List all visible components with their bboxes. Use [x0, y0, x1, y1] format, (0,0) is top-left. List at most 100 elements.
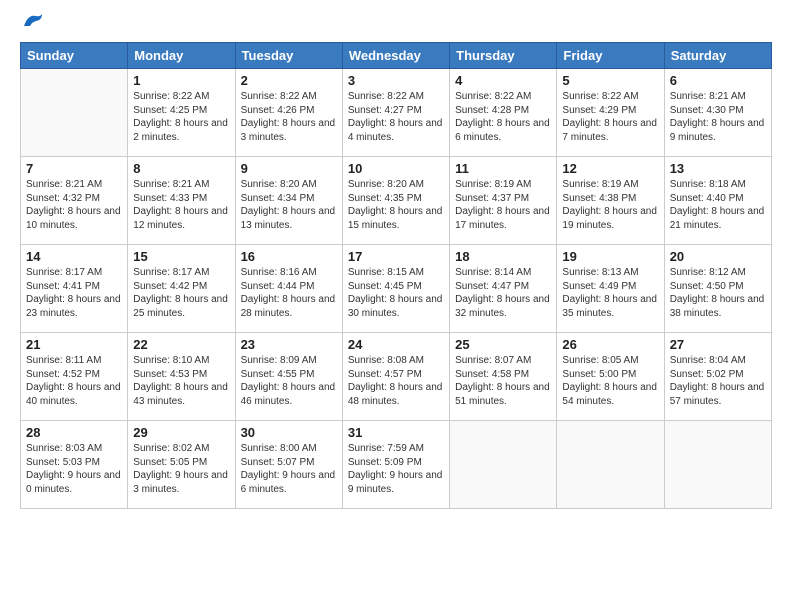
calendar-cell: 8Sunrise: 8:21 AMSunset: 4:33 PMDaylight… — [128, 157, 235, 245]
day-info: Sunrise: 8:18 AMSunset: 4:40 PMDaylight:… — [670, 178, 766, 232]
calendar-cell: 7 Sunrise: 8:21 AMSunset: 4:32 PMDaylight… — [21, 157, 128, 245]
day-number: 16 — [241, 249, 337, 264]
calendar-cell: 28Sunrise: 8:03 AMSunset: 5:03 PMDayligh… — [21, 421, 128, 509]
day-info: Sunrise: 8:22 AMSunset: 4:29 PMDaylight:… — [562, 90, 658, 144]
day-number: 22 — [133, 337, 229, 352]
day-info: Sunrise: 7:59 AMSunset: 5:09 PMDaylight:… — [348, 442, 444, 496]
day-info: Sunrise: 8:13 AMSunset: 4:49 PMDaylight:… — [562, 266, 658, 320]
day-info: Sunrise: 8:17 AMSunset: 4:42 PMDaylight:… — [133, 266, 229, 320]
calendar-week-1: 7 Sunrise: 8:21 AMSunset: 4:32 PMDaylight… — [21, 157, 772, 245]
calendar-cell: 21 Sunrise: 8:11 AMSunset: 4:52 PMDayligh… — [21, 333, 128, 421]
logo-bird-icon — [22, 12, 44, 30]
calendar-week-4: 28Sunrise: 8:03 AMSunset: 5:03 PMDayligh… — [21, 421, 772, 509]
day-info: Sunrise: 8:16 AMSunset: 4:44 PMDaylight:… — [241, 266, 337, 320]
calendar-cell: 6 Sunrise: 8:21 AMSunset: 4:30 PMDaylight… — [664, 69, 771, 157]
day-info: Sunrise: 8:20 AMSunset: 4:35 PMDaylight:… — [348, 178, 444, 232]
calendar-cell — [557, 421, 664, 509]
day-info: Sunrise: 8:19 AMSunset: 4:38 PMDaylight:… — [562, 178, 658, 232]
calendar-week-3: 21 Sunrise: 8:11 AMSunset: 4:52 PMDayligh… — [21, 333, 772, 421]
day-number: 5 — [562, 73, 658, 88]
calendar-header-row: SundayMondayTuesdayWednesdayThursdayFrid… — [21, 43, 772, 69]
calendar-cell: 14 Sunrise: 8:17 AMSunset: 4:41 PMDayligh… — [21, 245, 128, 333]
day-number: 27 — [670, 337, 766, 352]
day-info: Sunrise: 8:22 AMSunset: 4:25 PMDaylight:… — [133, 90, 229, 144]
calendar-cell: 24Sunrise: 8:08 AMSunset: 4:57 PMDayligh… — [342, 333, 449, 421]
calendar-week-2: 14 Sunrise: 8:17 AMSunset: 4:41 PMDayligh… — [21, 245, 772, 333]
calendar-cell: 27Sunrise: 8:04 AMSunset: 5:02 PMDayligh… — [664, 333, 771, 421]
day-number: 29 — [133, 425, 229, 440]
header — [20, 18, 772, 30]
day-info: Sunrise: 8:12 AMSunset: 4:50 PMDaylight:… — [670, 266, 766, 320]
calendar-cell: 4Sunrise: 8:22 AMSunset: 4:28 PMDaylight… — [450, 69, 557, 157]
day-info: Sunrise: 8:09 AMSunset: 4:55 PMDaylight:… — [241, 354, 337, 408]
day-number: 12 — [562, 161, 658, 176]
day-number: 23 — [241, 337, 337, 352]
calendar-cell — [450, 421, 557, 509]
col-header-sunday: Sunday — [21, 43, 128, 69]
day-number: 7 — [26, 161, 122, 176]
day-info: Sunrise: 8:02 AMSunset: 5:05 PMDaylight:… — [133, 442, 229, 496]
day-number: 25 — [455, 337, 551, 352]
day-number: 10 — [348, 161, 444, 176]
calendar-cell — [21, 69, 128, 157]
page: SundayMondayTuesdayWednesdayThursdayFrid… — [0, 0, 792, 612]
day-number: 6 — [670, 73, 766, 88]
calendar-cell: 13 Sunrise: 8:18 AMSunset: 4:40 PMDayligh… — [664, 157, 771, 245]
day-info: Sunrise: 8:19 AMSunset: 4:37 PMDaylight:… — [455, 178, 551, 232]
day-number: 13 — [670, 161, 766, 176]
day-info: Sunrise: 8:21 AMSunset: 4:32 PMDaylight:… — [26, 178, 122, 232]
day-info: Sunrise: 8:03 AMSunset: 5:03 PMDaylight:… — [26, 442, 122, 496]
day-info: Sunrise: 8:08 AMSunset: 4:57 PMDaylight:… — [348, 354, 444, 408]
calendar-cell: 9 Sunrise: 8:20 AMSunset: 4:34 PMDaylight… — [235, 157, 342, 245]
calendar-cell: 3 Sunrise: 8:22 AMSunset: 4:27 PMDaylight… — [342, 69, 449, 157]
day-number: 8 — [133, 161, 229, 176]
calendar-cell: 5 Sunrise: 8:22 AMSunset: 4:29 PMDaylight… — [557, 69, 664, 157]
day-number: 14 — [26, 249, 122, 264]
day-number: 19 — [562, 249, 658, 264]
calendar-cell: 17 Sunrise: 8:15 AMSunset: 4:45 PMDayligh… — [342, 245, 449, 333]
day-info: Sunrise: 8:05 AMSunset: 5:00 PMDaylight:… — [562, 354, 658, 408]
day-number: 18 — [455, 249, 551, 264]
day-number: 9 — [241, 161, 337, 176]
calendar-cell: 19 Sunrise: 8:13 AMSunset: 4:49 PMDayligh… — [557, 245, 664, 333]
day-number: 2 — [241, 73, 337, 88]
day-info: Sunrise: 8:21 AMSunset: 4:30 PMDaylight:… — [670, 90, 766, 144]
col-header-saturday: Saturday — [664, 43, 771, 69]
day-number: 21 — [26, 337, 122, 352]
day-info: Sunrise: 8:17 AMSunset: 4:41 PMDaylight:… — [26, 266, 122, 320]
day-info: Sunrise: 8:22 AMSunset: 4:26 PMDaylight:… — [241, 90, 337, 144]
day-number: 3 — [348, 73, 444, 88]
day-info: Sunrise: 8:15 AMSunset: 4:45 PMDaylight:… — [348, 266, 444, 320]
calendar-cell: 2 Sunrise: 8:22 AMSunset: 4:26 PMDaylight… — [235, 69, 342, 157]
day-info: Sunrise: 8:10 AMSunset: 4:53 PMDaylight:… — [133, 354, 229, 408]
calendar-cell: 18 Sunrise: 8:14 AMSunset: 4:47 PMDayligh… — [450, 245, 557, 333]
calendar-cell: 11 Sunrise: 8:19 AMSunset: 4:37 PMDayligh… — [450, 157, 557, 245]
calendar-cell: 1Sunrise: 8:22 AMSunset: 4:25 PMDaylight… — [128, 69, 235, 157]
col-header-monday: Monday — [128, 43, 235, 69]
day-info: Sunrise: 8:22 AMSunset: 4:27 PMDaylight:… — [348, 90, 444, 144]
calendar-week-0: 1Sunrise: 8:22 AMSunset: 4:25 PMDaylight… — [21, 69, 772, 157]
day-info: Sunrise: 8:07 AMSunset: 4:58 PMDaylight:… — [455, 354, 551, 408]
day-number: 11 — [455, 161, 551, 176]
day-info: Sunrise: 8:11 AMSunset: 4:52 PMDaylight:… — [26, 354, 122, 408]
calendar-cell: 20Sunrise: 8:12 AMSunset: 4:50 PMDayligh… — [664, 245, 771, 333]
day-number: 31 — [348, 425, 444, 440]
calendar-table: SundayMondayTuesdayWednesdayThursdayFrid… — [20, 42, 772, 509]
calendar-cell: 30 Sunrise: 8:00 AMSunset: 5:07 PMDayligh… — [235, 421, 342, 509]
day-number: 15 — [133, 249, 229, 264]
day-number: 17 — [348, 249, 444, 264]
day-info: Sunrise: 8:20 AMSunset: 4:34 PMDaylight:… — [241, 178, 337, 232]
calendar-cell: 22 Sunrise: 8:10 AMSunset: 4:53 PMDayligh… — [128, 333, 235, 421]
calendar-cell: 25 Sunrise: 8:07 AMSunset: 4:58 PMDayligh… — [450, 333, 557, 421]
day-info: Sunrise: 8:22 AMSunset: 4:28 PMDaylight:… — [455, 90, 551, 144]
logo — [20, 18, 44, 30]
day-info: Sunrise: 8:00 AMSunset: 5:07 PMDaylight:… — [241, 442, 337, 496]
col-header-friday: Friday — [557, 43, 664, 69]
calendar-cell: 16 Sunrise: 8:16 AMSunset: 4:44 PMDayligh… — [235, 245, 342, 333]
day-number: 30 — [241, 425, 337, 440]
day-info: Sunrise: 8:14 AMSunset: 4:47 PMDaylight:… — [455, 266, 551, 320]
calendar-cell: 26 Sunrise: 8:05 AMSunset: 5:00 PMDayligh… — [557, 333, 664, 421]
day-number: 26 — [562, 337, 658, 352]
calendar-cell: 12 Sunrise: 8:19 AMSunset: 4:38 PMDayligh… — [557, 157, 664, 245]
calendar-cell: 15 Sunrise: 8:17 AMSunset: 4:42 PMDayligh… — [128, 245, 235, 333]
